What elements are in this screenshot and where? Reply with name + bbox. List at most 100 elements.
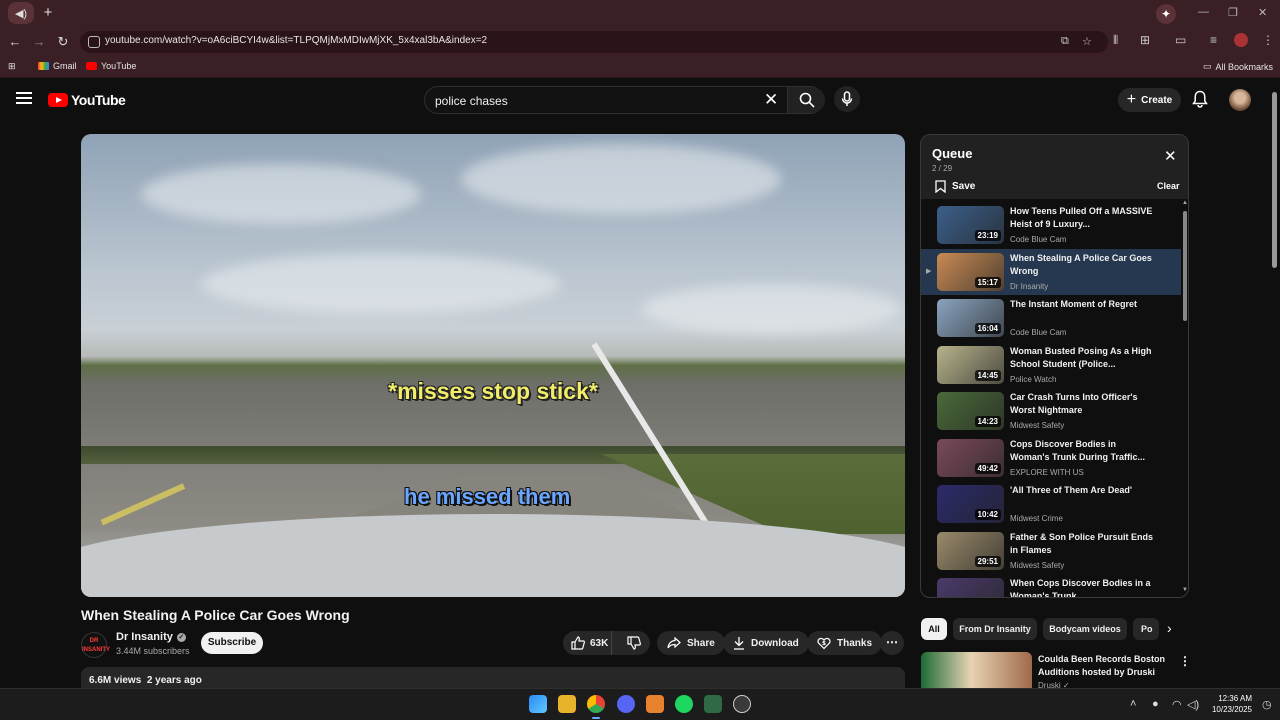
restore-icon[interactable]: ❐: [1228, 6, 1238, 19]
steam-icon[interactable]: [733, 695, 751, 713]
clear-search-icon[interactable]: ✕: [764, 90, 778, 110]
download-button[interactable]: Download: [723, 631, 809, 655]
scroll-down-icon[interactable]: ▼: [1182, 587, 1188, 593]
notification-center-icon[interactable]: ◷: [1262, 698, 1272, 711]
install-app-icon[interactable]: ⧉: [1061, 35, 1069, 48]
queue-thumbnail[interactable]: 14:23: [937, 392, 1004, 430]
extension-icon[interactable]: ⦀: [1113, 33, 1118, 48]
scroll-up-icon[interactable]: ▲: [1182, 200, 1188, 206]
menu-kebab-icon[interactable]: ⋮: [1262, 33, 1274, 47]
queue-item-title[interactable]: Woman Busted Posing As a High School Stu…: [1010, 345, 1155, 371]
queue-item-channel[interactable]: Midwest Crime: [1010, 514, 1063, 523]
dislike-button[interactable]: [618, 631, 650, 655]
recommended-video[interactable]: Coulda Been Records Boston Auditions hos…: [921, 652, 1191, 690]
queue-item[interactable]: 10:42 'All Three of Them Are Dead' Midwest…: [921, 481, 1181, 527]
menu-icon[interactable]: [16, 92, 32, 104]
user-avatar[interactable]: [1229, 89, 1251, 111]
search-button[interactable]: [787, 87, 825, 113]
apps-grid-icon[interactable]: ⊞: [8, 61, 16, 72]
queue-item[interactable]: 23:19 How Teens Pulled Off a MASSIVE Heis…: [921, 202, 1181, 248]
queue-item-channel[interactable]: Police Watch: [1010, 375, 1056, 384]
queue-item[interactable]: 29:51 Father & Son Police Pursuit Ends in…: [921, 528, 1181, 574]
queue-item-title[interactable]: How Teens Pulled Off a MASSIVE Heist of …: [1010, 205, 1155, 231]
channel-name[interactable]: Dr Insanity ✓: [116, 631, 186, 643]
queue-item[interactable]: 1:00:28 When Cops Discover Bodies in a Wo…: [921, 574, 1181, 597]
sidepanel-icon[interactable]: ▭: [1175, 33, 1186, 47]
queue-item-channel[interactable]: EXPLORE WITH US: [1010, 468, 1084, 477]
bookmark-star-icon[interactable]: ☆: [1082, 35, 1092, 48]
queue-item[interactable]: 14:45 Woman Busted Posing As a High Schoo…: [921, 342, 1181, 388]
spotify-icon[interactable]: [675, 695, 693, 713]
channel-avatar[interactable]: DR INSANITY: [81, 632, 110, 658]
queue-thumbnail[interactable]: 29:51: [937, 531, 1004, 570]
queue-item[interactable]: 14:23 Car Crash Turns Into Officer's Wors…: [921, 388, 1181, 434]
queue-item-title[interactable]: Car Crash Turns Into Officer's Worst Nig…: [1010, 391, 1155, 417]
chevron-right-icon[interactable]: ›: [1167, 620, 1172, 636]
queue-thumbnail[interactable]: 15:17: [937, 252, 1004, 291]
tray-chevron-icon[interactable]: ˄: [1130, 698, 1136, 710]
close-window-icon[interactable]: ✕: [1258, 6, 1267, 19]
queue-thumbnail[interactable]: 1:00:28: [937, 578, 1004, 597]
terminal-icon[interactable]: [704, 695, 722, 713]
page-scrollbar[interactable]: [1270, 82, 1278, 688]
queue-item-title[interactable]: The Instant Moment of Regret: [1010, 298, 1155, 311]
queue-thumbnail[interactable]: 49:42: [937, 438, 1004, 477]
new-tab-button[interactable]: +: [40, 5, 56, 21]
profile-avatar-icon[interactable]: [1234, 33, 1248, 47]
video-player[interactable]: *misses stop stick* he missed them: [81, 134, 905, 597]
create-button[interactable]: + Create: [1118, 88, 1181, 112]
discord-icon[interactable]: [617, 695, 635, 713]
youtube-logo[interactable]: YouTube: [48, 92, 126, 108]
extensions-puzzle-icon[interactable]: ⊞: [1140, 33, 1150, 47]
url-text[interactable]: youtube.com/watch?v=oA6ciBCYI4w&list=TLP…: [105, 35, 487, 46]
queue-thumbnail[interactable]: 23:19: [937, 206, 1004, 244]
like-button[interactable]: 63K: [563, 631, 612, 655]
clear-queue-button[interactable]: Clear: [1157, 181, 1180, 191]
browser-tab[interactable]: ◀): [8, 2, 34, 24]
all-bookmarks[interactable]: ▭ All Bookmarks: [1203, 61, 1273, 72]
queue-item-channel[interactable]: Code Blue Cam: [1010, 235, 1066, 244]
share-button[interactable]: Share: [657, 631, 725, 655]
save-queue-button[interactable]: Save: [935, 180, 975, 193]
queue-item[interactable]: 16:04 The Instant Moment of Regret Code Bl…: [921, 295, 1181, 341]
system-clock[interactable]: 12:36 AM 10/23/2025: [1202, 693, 1252, 715]
queue-thumbnail[interactable]: 10:42: [937, 485, 1004, 523]
search-input[interactable]: police chases: [435, 94, 508, 108]
recommended-more-icon[interactable]: ⋮: [1179, 654, 1191, 668]
minimize-icon[interactable]: —: [1198, 6, 1209, 18]
chip-bodycam[interactable]: Bodycam videos: [1043, 618, 1127, 640]
queue-item[interactable]: 49:42 Cops Discover Bodies in Woman's Tru…: [921, 435, 1181, 481]
bookmark-youtube[interactable]: YouTube: [86, 61, 136, 71]
queue-item-channel[interactable]: Code Blue Cam: [1010, 328, 1066, 337]
chip-truncated[interactable]: Po: [1133, 618, 1159, 640]
windows-start-icon[interactable]: [529, 695, 547, 713]
back-icon[interactable]: ←: [6, 33, 24, 51]
chip-from-channel[interactable]: From Dr Insanity: [953, 618, 1037, 640]
bookmark-gmail[interactable]: Gmail: [38, 61, 77, 71]
forward-icon[interactable]: →: [30, 33, 48, 51]
queue-item-channel[interactable]: Midwest Safety: [1010, 421, 1064, 430]
recommended-title[interactable]: Coulda Been Records Boston Auditions hos…: [1038, 653, 1173, 679]
close-queue-icon[interactable]: ✕: [1164, 149, 1177, 164]
channel-name-text[interactable]: Dr Insanity: [116, 631, 173, 643]
recommended-thumbnail[interactable]: [921, 652, 1032, 690]
more-actions-icon[interactable]: ⋯: [880, 631, 904, 655]
voice-search-button[interactable]: [834, 86, 860, 112]
queue-item[interactable]: ▶ 15:17 When Stealing A Police Car Goes Wr…: [921, 248, 1181, 295]
app-icon[interactable]: [646, 695, 664, 713]
page-scroll-thumb[interactable]: [1272, 92, 1277, 268]
queue-scroll-thumb[interactable]: [1183, 211, 1187, 321]
tray-mic-icon[interactable]: ●: [1152, 698, 1159, 710]
queue-thumbnail[interactable]: 16:04: [937, 299, 1004, 337]
queue-item-channel[interactable]: Midwest Safety: [1010, 561, 1064, 570]
site-info-icon[interactable]: [88, 36, 100, 48]
gemini-icon[interactable]: ✦: [1156, 4, 1176, 24]
reading-list-icon[interactable]: ≡: [1210, 33, 1217, 47]
chip-all[interactable]: All: [921, 618, 947, 640]
queue-item-title[interactable]: Father & Son Police Pursuit Ends in Flam…: [1010, 531, 1155, 557]
reload-icon[interactable]: ↻: [54, 33, 72, 51]
thanks-button[interactable]: $ Thanks: [807, 631, 883, 655]
notifications-bell-icon[interactable]: [1192, 90, 1208, 113]
queue-thumbnail[interactable]: 14:45: [937, 345, 1004, 384]
file-explorer-icon[interactable]: [558, 695, 576, 713]
